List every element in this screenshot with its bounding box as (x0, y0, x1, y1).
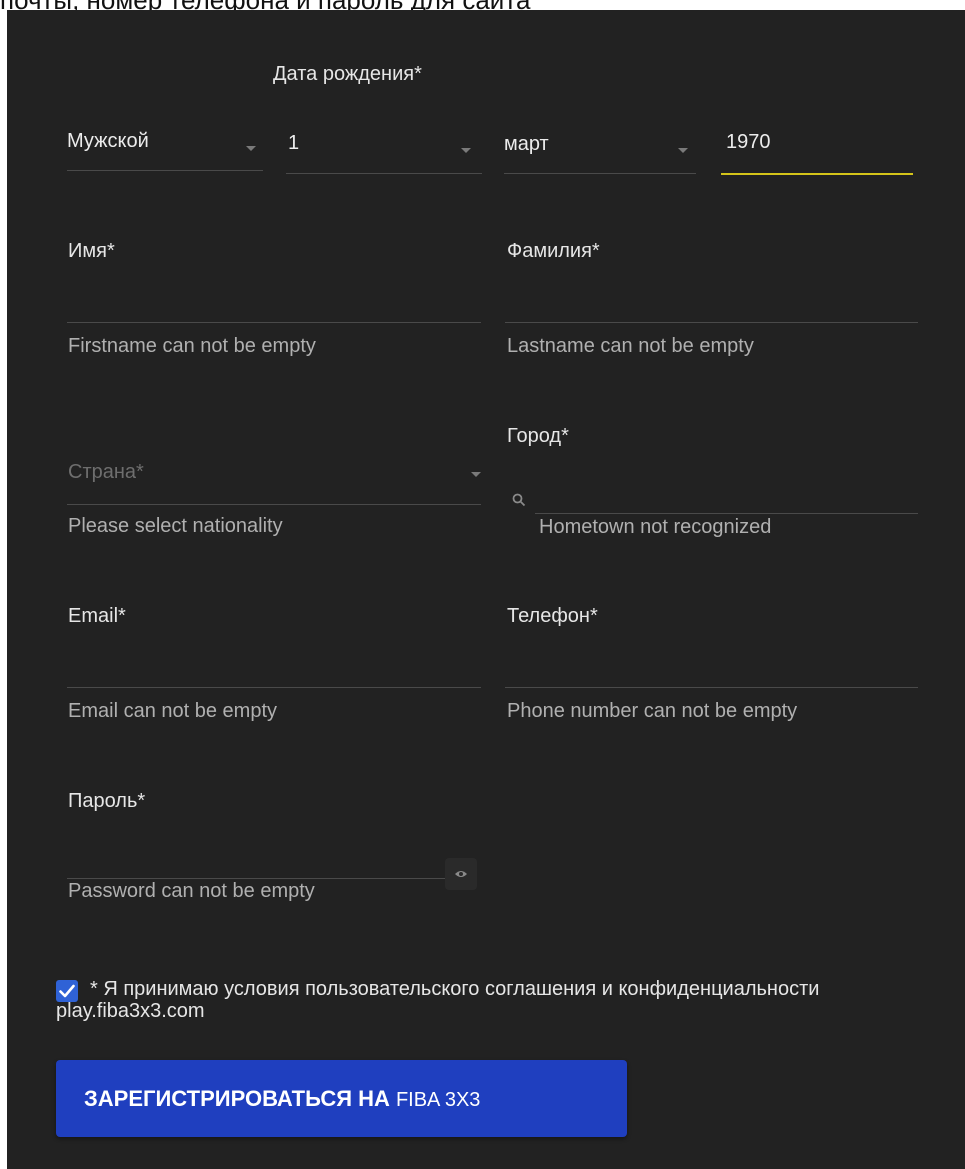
chevron-down-icon (246, 146, 256, 151)
fiba3x3-brand-label: FIBA 3X3 (395, 1089, 481, 1111)
birth-month-value: март (504, 133, 549, 155)
country-error: Please select nationality (68, 515, 283, 537)
registration-form: Дата рождения* Мужской 1 март 1970 Имя* … (7, 10, 965, 1169)
birth-year-value: 1970 (726, 131, 771, 153)
birth-day-underline (286, 173, 482, 174)
birth-date-label: Дата рождения* (273, 63, 422, 85)
birth-day-select[interactable]: 1 (286, 122, 482, 174)
birth-year-underline (721, 173, 913, 175)
chevron-down-icon (461, 148, 471, 153)
first-name-underline (67, 322, 481, 323)
chevron-down-icon (471, 472, 481, 477)
gender-select[interactable]: Мужской (67, 122, 263, 172)
last-name-label: Фамилия* (507, 240, 600, 262)
eye-icon (455, 871, 467, 877)
phone-underline (505, 687, 918, 688)
city-error: Hometown not recognized (539, 516, 772, 538)
register-button-label: ЗАРЕГИСТРИРОВАТЬСЯ НА (84, 1086, 390, 1111)
country-placeholder: Страна* (68, 461, 144, 483)
city-underline (535, 513, 918, 514)
email-label: Email* (68, 605, 126, 627)
last-name-error: Lastname can not be empty (507, 335, 754, 357)
city-input[interactable] (505, 484, 918, 516)
birth-month-select[interactable]: март (504, 122, 696, 174)
password-underline (67, 878, 447, 879)
terms-text: * Я принимаю условия пользовательского с… (56, 978, 820, 1022)
last-name-underline (505, 322, 918, 323)
city-label: Город* (507, 425, 569, 447)
search-icon (512, 493, 526, 507)
last-name-input[interactable] (505, 280, 918, 324)
birth-day-value: 1 (288, 132, 300, 154)
first-name-input[interactable] (67, 280, 481, 324)
password-label: Пароль* (68, 790, 146, 812)
country-underline (67, 504, 481, 505)
first-name-error: Firstname can not be empty (68, 335, 316, 357)
password-input[interactable] (67, 840, 447, 880)
phone-input[interactable] (505, 645, 918, 689)
phone-label: Телефон* (507, 605, 598, 627)
toggle-password-visibility-button[interactable] (445, 858, 477, 890)
country-select[interactable]: Страна* (67, 456, 481, 506)
phone-error: Phone number can not be empty (507, 700, 798, 722)
first-name-label: Имя* (68, 240, 115, 262)
gender-value: Мужской (67, 130, 149, 152)
chevron-down-icon (678, 148, 688, 153)
password-error: Password can not be empty (68, 880, 315, 902)
email-underline (67, 687, 481, 688)
gender-underline (67, 170, 263, 171)
register-button[interactable]: ЗАРЕГИСТРИРОВАТЬСЯ НА FIBA 3X3 (56, 1060, 627, 1137)
email-error: Email can not be empty (68, 700, 277, 722)
birth-year-input[interactable]: 1970 (721, 122, 913, 175)
email-input[interactable] (67, 645, 481, 689)
birth-month-underline (504, 173, 696, 174)
